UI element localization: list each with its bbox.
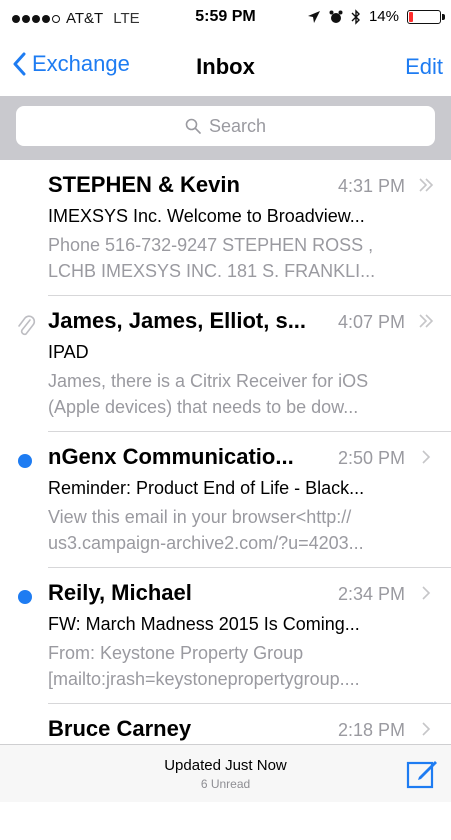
message-preview-line: James, there is a Citrix Receiver for iO…	[48, 371, 369, 391]
message-preview: Phone 516-732-9247 STEPHEN ROSS , LCHB I…	[48, 232, 437, 284]
bluetooth-icon	[351, 8, 360, 25]
status-icons: 14%	[307, 8, 445, 25]
search-icon	[185, 118, 201, 134]
sync-status: Updated Just Now	[164, 757, 287, 774]
message-row[interactable]: James, James, Elliot, s... 4:07 PM IPAD …	[0, 296, 451, 432]
message-time: 2:50 PM	[337, 448, 405, 468]
message-preview-line: (Apple devices) that needs to be dow...	[48, 397, 359, 417]
attachment-icon	[18, 315, 36, 336]
message-list: STEPHEN & Kevin 4:31 PM IMEXSYS Inc. Wel…	[0, 160, 451, 840]
message-sender: James, James, Elliot, s...	[48, 308, 307, 333]
message-time: 4:31 PM	[337, 176, 405, 196]
thread-chevron-icon	[419, 314, 434, 328]
search-input[interactable]: Search	[16, 106, 435, 146]
chevron-right-icon	[422, 722, 431, 736]
bottom-toolbar: Updated Just Now 6 Unread	[0, 744, 451, 802]
message-subject: IMEXSYS Inc. Welcome to Broadview...	[48, 206, 365, 226]
chevron-right-icon	[422, 450, 431, 464]
message-sender: Reily, Michael	[48, 580, 192, 605]
message-sender: STEPHEN & Kevin	[48, 172, 240, 197]
edit-button[interactable]: Edit	[405, 54, 443, 80]
page-title: Inbox	[196, 54, 255, 79]
chevron-right-icon	[422, 586, 431, 600]
unread-indicator-icon	[18, 590, 32, 604]
message-subject: FW: March Madness 2015 Is Coming...	[48, 614, 360, 634]
message-preview-line: us3.campaign-archive2.com/?u=4203...	[48, 533, 364, 553]
message-preview-line: LCHB IMEXSYS INC. 181 S. FRANKLI...	[48, 261, 376, 281]
message-row[interactable]: STEPHEN & Kevin 4:31 PM IMEXSYS Inc. Wel…	[0, 160, 451, 296]
search-placeholder: Search	[208, 115, 267, 136]
message-preview: From: Keystone Property Group [mailto:jr…	[48, 640, 437, 692]
navigation-bar: Exchange Inbox Edit	[0, 34, 451, 96]
message-preview: James, there is a Citrix Receiver for iO…	[48, 368, 437, 420]
battery-percent: 14%	[368, 8, 399, 25]
thread-chevron-icon	[419, 178, 434, 192]
message-sender: nGenx Communicatio...	[48, 444, 294, 469]
alarm-icon	[329, 10, 343, 23]
message-preview-line: View this email in your browser<http://	[48, 507, 352, 527]
message-preview: View this email in your browser<http:// …	[48, 504, 437, 556]
message-row[interactable]: nGenx Communicatio... 2:50 PM Reminder: …	[0, 432, 451, 568]
compose-icon[interactable]	[405, 757, 439, 791]
message-preview-line: Phone 516-732-9247 STEPHEN ROSS ,	[48, 235, 374, 255]
message-preview-line: [mailto:jrash=keystonepropertygroup....	[48, 669, 360, 689]
status-bar: AT&T LTE 5:59 PM 14%	[0, 0, 451, 34]
message-subject: IPAD	[48, 342, 89, 362]
unread-count: 6 Unread	[200, 777, 251, 791]
message-time: 2:18 PM	[337, 720, 405, 740]
search-bar-area: Search	[0, 96, 451, 160]
message-row[interactable]: Reily, Michael 2:34 PM FW: March Madness…	[0, 568, 451, 704]
message-sender: Bruce Carney	[48, 716, 192, 741]
message-time: 2:34 PM	[337, 584, 405, 604]
battery-icon	[407, 9, 445, 24]
unread-indicator-icon	[18, 454, 32, 468]
message-subject: Reminder: Product End of Life - Black...	[48, 478, 365, 498]
message-time: 4:07 PM	[337, 312, 405, 332]
message-preview-line: From: Keystone Property Group	[48, 643, 304, 663]
location-icon	[307, 10, 320, 23]
